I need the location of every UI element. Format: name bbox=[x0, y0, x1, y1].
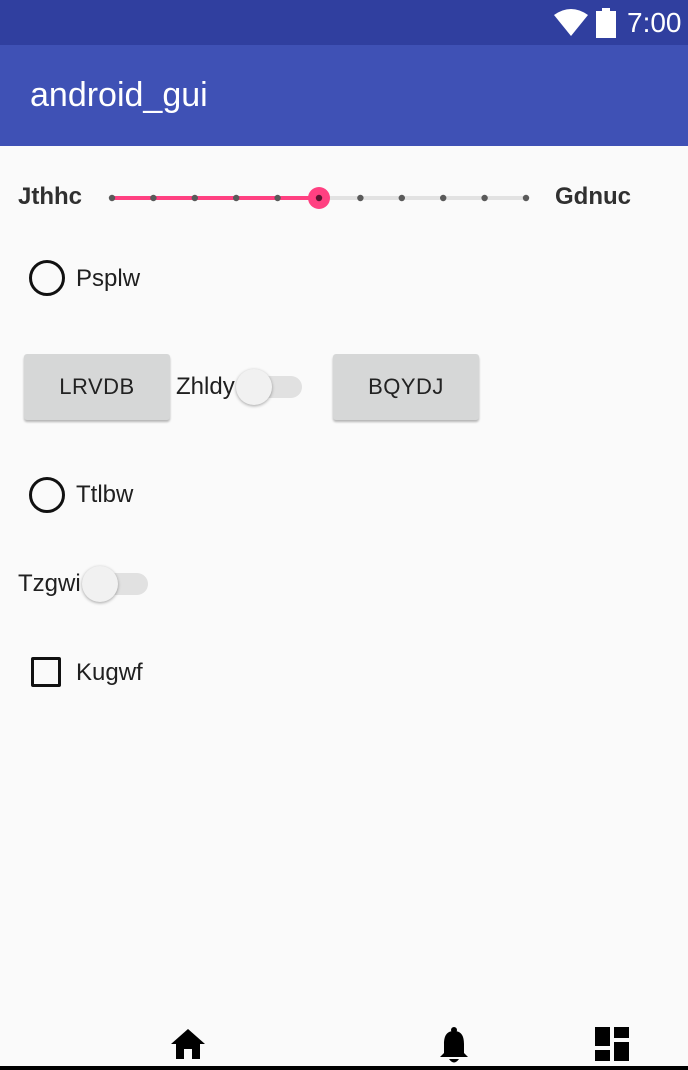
radio-button-psplw[interactable] bbox=[29, 260, 65, 296]
radio-label-ttlbw[interactable]: Ttlbw bbox=[76, 480, 133, 510]
home-icon[interactable] bbox=[170, 1028, 206, 1060]
status-bar: 7:00 bbox=[0, 0, 688, 45]
bottom-divider bbox=[0, 1066, 688, 1070]
slider-tick bbox=[191, 194, 198, 202]
status-time: 7:00 bbox=[627, 7, 682, 38]
checkbox-label-kugwf[interactable]: Kugwf bbox=[76, 658, 143, 688]
wifi-icon bbox=[554, 9, 588, 36]
slider-min-label: Jthhc bbox=[18, 183, 83, 210]
dashboard-icon[interactable] bbox=[595, 1027, 629, 1061]
slider-thumb-tick bbox=[315, 194, 323, 202]
switch-zhldy[interactable] bbox=[236, 367, 306, 407]
lrvdb-button[interactable]: LRVDB bbox=[24, 354, 170, 420]
slider-tick bbox=[150, 194, 157, 202]
radio-button-ttlbw[interactable] bbox=[29, 477, 65, 513]
checkbox-kugwf[interactable] bbox=[31, 657, 61, 687]
slider-tick bbox=[233, 194, 240, 202]
app-bar: android_gui bbox=[0, 45, 688, 146]
slider-tick bbox=[481, 194, 488, 202]
discrete-slider[interactable] bbox=[100, 180, 540, 216]
slider-tick bbox=[440, 194, 447, 202]
switch-thumb[interactable] bbox=[236, 369, 272, 405]
slider-tick bbox=[357, 194, 364, 202]
bottom-navigation bbox=[0, 1020, 688, 1070]
slider-max-label: Gdnuc bbox=[555, 183, 631, 210]
slider-tick bbox=[274, 194, 281, 202]
switch-thumb[interactable] bbox=[82, 566, 118, 602]
app-title: android_gui bbox=[30, 76, 208, 114]
bqydj-button[interactable]: BQYDJ bbox=[333, 354, 479, 420]
switch-label-zhldy: Zhldy bbox=[176, 373, 235, 400]
slider-tick bbox=[398, 194, 405, 202]
switch-label-tzgwi: Tzgwi bbox=[18, 570, 81, 597]
slider-tick bbox=[522, 194, 530, 202]
battery-icon bbox=[596, 8, 616, 38]
switch-tzgwi[interactable] bbox=[82, 564, 152, 604]
radio-label-psplw[interactable]: Psplw bbox=[76, 264, 140, 294]
slider-tick bbox=[108, 194, 116, 202]
notifications-icon[interactable] bbox=[438, 1026, 470, 1064]
